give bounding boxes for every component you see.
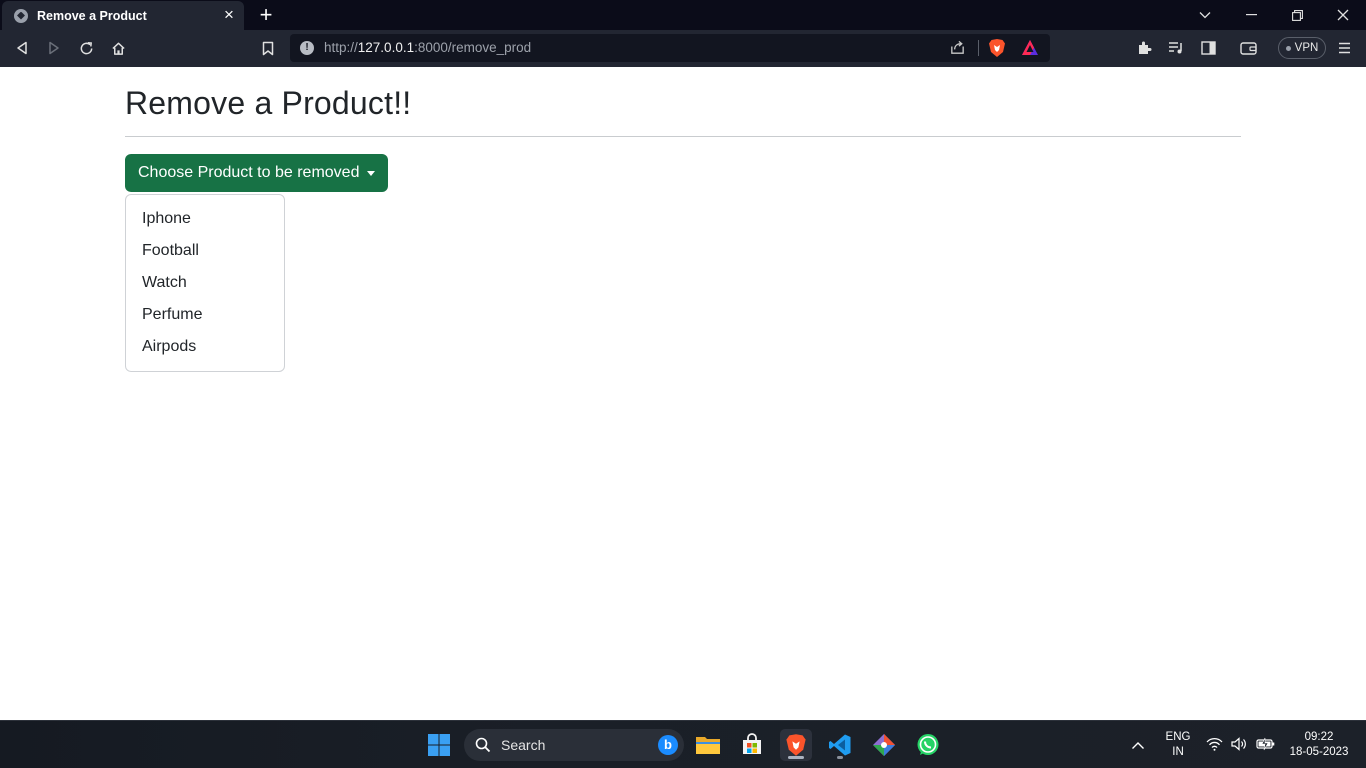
input-language-indicator[interactable]: ENG IN [1160, 730, 1196, 760]
dropdown-button-label: Choose Product to be removed [138, 164, 360, 181]
forward-button[interactable] [44, 38, 64, 58]
new-tab-button[interactable]: + [255, 4, 277, 26]
windows-logo-icon [428, 734, 450, 756]
search-placeholder: Search [501, 737, 546, 753]
back-button[interactable] [12, 38, 32, 58]
share-icon[interactable] [949, 39, 966, 61]
language-region: IN [1172, 746, 1184, 758]
product-dropdown-menu: Iphone Football Watch Perfume Airpods [125, 194, 285, 372]
menu-icon[interactable] [1334, 38, 1354, 58]
windows-taskbar: Search b ENG IN 09:22 18-05-2023 [0, 720, 1366, 768]
dropdown-item-watch[interactable]: Watch [126, 267, 284, 299]
dropdown-item-iphone[interactable]: Iphone [126, 203, 284, 235]
taskbar-clock[interactable]: 09:22 18-05-2023 [1276, 730, 1362, 760]
minimize-window-button[interactable] [1240, 4, 1262, 26]
dropdown-item-airpods[interactable]: Airpods [126, 331, 284, 363]
file-explorer-icon[interactable] [692, 729, 724, 761]
vpn-status-dot-icon [1285, 45, 1291, 51]
address-bar[interactable]: ! http://127.0.0.1:8000/remove_prod [290, 34, 1050, 62]
globe-icon [14, 8, 28, 23]
search-icon [475, 737, 491, 758]
extensions-icon[interactable] [1134, 38, 1154, 58]
wallet-icon[interactable] [1238, 38, 1258, 58]
clock-date: 18-05-2023 [1289, 746, 1349, 758]
wifi-icon [1206, 738, 1223, 751]
tab-close-icon[interactable]: × [220, 6, 238, 24]
browser-tab-active[interactable]: Remove a Product × [2, 1, 244, 30]
bing-icon[interactable]: b [658, 735, 678, 755]
taskbar-search-box[interactable]: Search b [464, 729, 684, 761]
choose-product-dropdown-button[interactable]: Choose Product to be removed [125, 154, 388, 192]
browser-tab-strip: Remove a Product × + [0, 0, 1366, 30]
vpn-label: VPN [1294, 42, 1319, 54]
sidebar-toggle-icon[interactable] [1198, 38, 1218, 58]
close-window-button[interactable] [1332, 4, 1354, 26]
restore-window-button[interactable] [1286, 4, 1308, 26]
title-divider [125, 136, 1241, 137]
address-bar-divider [978, 40, 979, 56]
address-bar-url[interactable]: http://127.0.0.1:8000/remove_prod [324, 40, 531, 55]
show-hidden-icons-chevron-icon[interactable] [1131, 737, 1145, 755]
home-icon[interactable] [108, 38, 128, 58]
active-app-indicator [788, 756, 804, 759]
browser-toolbar: ! http://127.0.0.1:8000/remove_prod VPN [0, 30, 1366, 67]
clock-time: 09:22 [1304, 731, 1334, 743]
caret-down-icon [367, 171, 375, 176]
microsoft-store-icon[interactable] [736, 729, 768, 761]
running-app-indicator [837, 756, 843, 759]
git-gui-icon[interactable] [868, 729, 900, 761]
brave-rewards-icon[interactable] [1021, 39, 1039, 61]
brave-shields-icon[interactable] [988, 38, 1006, 63]
whatsapp-icon[interactable] [912, 729, 944, 761]
start-button[interactable] [423, 729, 455, 761]
system-tray-icons[interactable] [1206, 737, 1276, 751]
vscode-icon[interactable] [824, 729, 856, 761]
vpn-button[interactable]: VPN [1278, 37, 1326, 59]
page-title: Remove a Product!! [125, 85, 412, 121]
brave-browser-taskbar-icon[interactable] [780, 729, 812, 761]
dropdown-item-football[interactable]: Football [126, 235, 284, 267]
reload-icon[interactable] [76, 38, 96, 58]
language-code: ENG [1165, 731, 1191, 743]
battery-charging-icon [1256, 737, 1275, 751]
bookmark-icon[interactable] [258, 38, 278, 58]
tab-title: Remove a Product [37, 8, 147, 23]
dropdown-item-perfume[interactable]: Perfume [126, 299, 284, 331]
tab-search-chevron-icon[interactable] [1194, 4, 1216, 26]
page-content: Remove a Product!! Choose Product to be … [0, 67, 1366, 720]
playlist-icon[interactable] [1166, 38, 1186, 58]
site-info-icon[interactable]: ! [300, 41, 314, 55]
volume-icon [1231, 737, 1246, 751]
